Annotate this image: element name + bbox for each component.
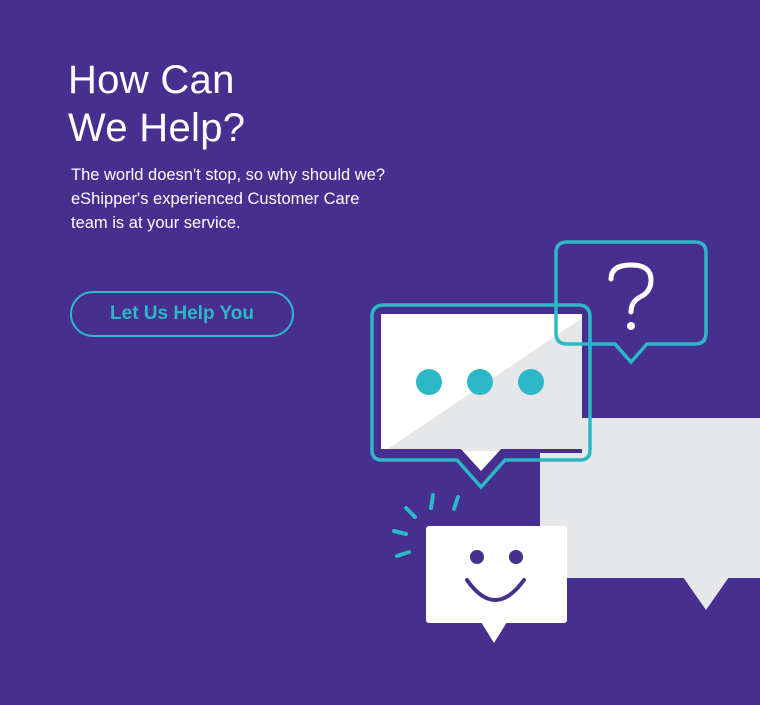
page-title-line-2: We Help? [68,106,246,150]
page-title-line-1: How Can [68,58,235,102]
question-speech-bubble-icon [554,240,708,365]
hero-description: The world doesn't stop, so why should we… [71,166,386,232]
help-hero: How Can We Help? The world doesn't stop,… [0,0,760,705]
dot-icon [467,369,493,395]
dot-icon [518,369,544,395]
page-title: How Can We Help? [68,56,245,152]
dot-icon [416,369,442,395]
smiley-speech-bubble-icon [426,526,567,643]
let-us-help-you-button[interactable]: Let Us Help You [70,291,294,337]
